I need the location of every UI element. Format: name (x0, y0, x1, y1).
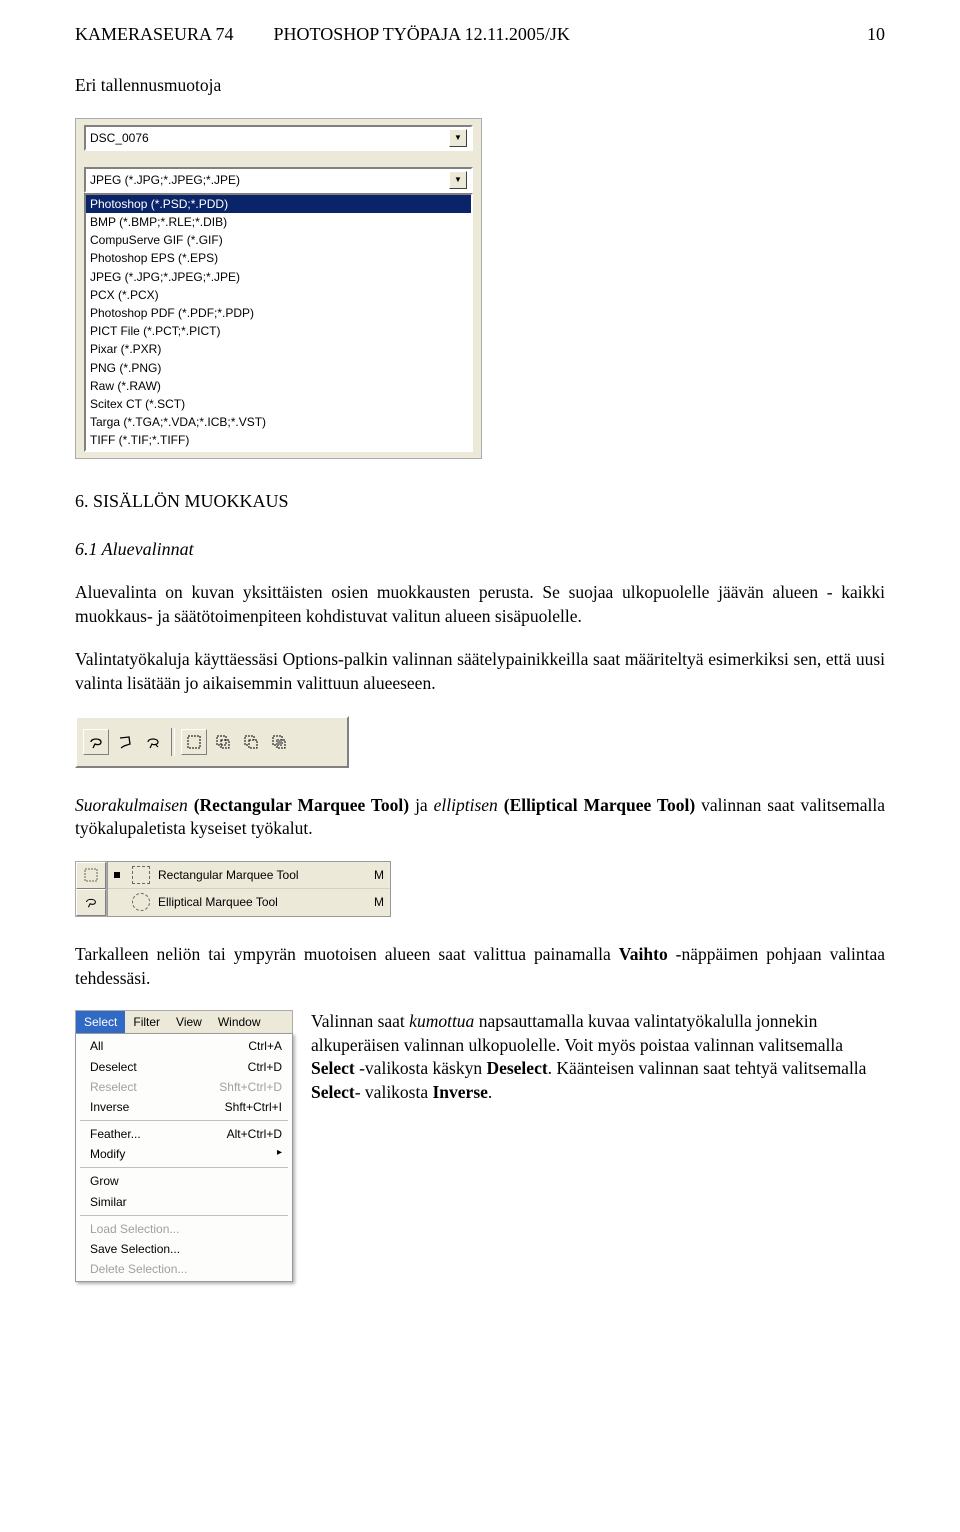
intersect-selection-icon[interactable] (267, 730, 291, 754)
format-option[interactable]: TIFF (*.TIF;*.TIFF) (86, 431, 471, 449)
menu-item-inverse[interactable]: InverseShft+Ctrl+I (76, 1097, 292, 1117)
format-option[interactable]: Photoshop (*.PSD;*.PDD) (86, 195, 471, 213)
format-option[interactable]: CompuServe GIF (*.GIF) (86, 231, 471, 249)
menu-item-grow[interactable]: Grow (76, 1171, 292, 1191)
format-option[interactable]: BMP (*.BMP;*.RLE;*.DIB) (86, 213, 471, 231)
bold-text: Vaihto (619, 944, 668, 964)
menu-item-similar[interactable]: Similar (76, 1192, 292, 1212)
bold-text: (Elliptical Marquee Tool) (498, 795, 701, 815)
header-left: KAMERASEURA 74 (75, 22, 234, 46)
menu-item-reselect: ReselectShft+Ctrl+D (76, 1077, 292, 1097)
italic-text: Suorakulmaisen (75, 795, 188, 815)
lasso-tool-icon[interactable] (76, 889, 106, 916)
flyout-item-rectangular[interactable]: Rectangular Marquee Tool M (108, 862, 390, 889)
intro-text: Eri tallennusmuotoja (75, 74, 885, 98)
filename-dropdown-button[interactable]: ▼ (449, 129, 467, 147)
format-option[interactable]: PNG (*.PNG) (86, 359, 471, 377)
menu-window[interactable]: Window (210, 1011, 269, 1033)
format-option[interactable]: Scitex CT (*.SCT) (86, 395, 471, 413)
format-selected-input[interactable]: JPEG (*.JPG;*.JPEG;*.JPE) ▼ (84, 167, 473, 193)
separator (171, 728, 175, 756)
menu-select[interactable]: Select (76, 1011, 125, 1033)
polygon-lasso-icon[interactable] (113, 730, 137, 754)
submenu-arrow-icon: ▸ (277, 1146, 282, 1162)
bold-text: Select (311, 1058, 355, 1078)
menu-bar: Select Filter View Window (75, 1010, 293, 1033)
filename-input[interactable]: DSC_0076 ▼ (84, 125, 473, 151)
para-marquee: Suorakulmaisen (Rectangular Marquee Tool… (75, 794, 885, 841)
subtract-selection-icon[interactable] (239, 730, 263, 754)
marquee-tool-flyout: Rectangular Marquee Tool M Elliptical Ma… (75, 861, 391, 917)
menu-item-modify[interactable]: Modify▸ (76, 1144, 292, 1164)
format-option[interactable]: PCX (*.PCX) (86, 286, 471, 304)
format-option[interactable]: JPEG (*.JPG;*.JPEG;*.JPE) (86, 268, 471, 286)
bold-text: (Rectangular Marquee Tool) (188, 795, 415, 815)
menu-separator (80, 1215, 288, 1216)
rectangular-marquee-icon (132, 866, 150, 884)
save-dialog: DSC_0076 ▼ JPEG (*.JPG;*.JPEG;*.JPE) ▼ P… (75, 118, 482, 459)
section-6-1-title: 6.1 Aluevalinnat (75, 537, 885, 561)
new-selection-icon[interactable] (181, 729, 207, 755)
format-dropdown-button[interactable]: ▼ (449, 171, 467, 189)
bold-text: Inverse (433, 1082, 488, 1102)
format-dropdown-list[interactable]: Photoshop (*.PSD;*.PDD) BMP (*.BMP;*.RLE… (84, 193, 473, 452)
header-center: PHOTOSHOP TYÖPAJA 12.11.2005/JK (274, 22, 867, 46)
bold-text: Select (311, 1082, 355, 1102)
para-vaihto: Tarkalleen neliön tai ympyrän muotoisen … (75, 943, 885, 990)
header-page-number: 10 (867, 22, 885, 46)
bold-text: Deselect (486, 1058, 547, 1078)
menu-item-feather[interactable]: Feather...Alt+Ctrl+D (76, 1124, 292, 1144)
menu-item-save-selection[interactable]: Save Selection... (76, 1239, 292, 1259)
select-menu: Select Filter View Window AllCtrl+A Dese… (75, 1010, 293, 1282)
format-option[interactable]: Targa (*.TGA;*.VDA;*.ICB;*.VST) (86, 413, 471, 431)
menu-separator (80, 1167, 288, 1168)
active-bullet-icon (114, 872, 120, 878)
menu-view[interactable]: View (168, 1011, 210, 1033)
format-option[interactable]: Photoshop EPS (*.EPS) (86, 249, 471, 267)
menu-item-deselect[interactable]: DeselectCtrl+D (76, 1057, 292, 1077)
menu-item-load-selection: Load Selection... (76, 1219, 292, 1239)
menu-separator (80, 1120, 288, 1121)
para-aluevalinta-2: Valintatyökaluja käyttäessäsi Options-pa… (75, 648, 885, 695)
para-kumottua: Valinnan saat kumottua napsauttamalla ku… (311, 1010, 885, 1105)
format-option[interactable]: Photoshop PDF (*.PDF;*.PDP) (86, 304, 471, 322)
rectangular-marquee-tool-icon[interactable] (76, 862, 106, 889)
lasso-tool-icon[interactable] (83, 729, 109, 755)
options-bar (75, 716, 349, 768)
format-selected-value: JPEG (*.JPG;*.JPEG;*.JPE) (90, 172, 240, 188)
select-menu-body: AllCtrl+A DeselectCtrl+D ReselectShft+Ct… (75, 1033, 293, 1282)
menu-item-delete-selection: Delete Selection... (76, 1259, 292, 1279)
format-option[interactable]: Raw (*.RAW) (86, 377, 471, 395)
italic-text: kumottua (409, 1011, 474, 1031)
para-aluevalinta-1: Aluevalinta on kuvan yksittäisten osien … (75, 581, 885, 628)
format-option[interactable]: Pixar (*.PXR) (86, 340, 471, 358)
format-option[interactable]: PICT File (*.PCT;*.PICT) (86, 322, 471, 340)
doc-header: KAMERASEURA 74 PHOTOSHOP TYÖPAJA 12.11.2… (75, 22, 885, 46)
section-6-title: 6. SISÄLLÖN MUOKKAUS (75, 489, 885, 513)
italic-text: elliptisen (434, 795, 498, 815)
add-selection-icon[interactable] (211, 730, 235, 754)
flyout-item-elliptical[interactable]: Elliptical Marquee Tool M (108, 889, 390, 915)
menu-item-all[interactable]: AllCtrl+A (76, 1036, 292, 1056)
magnetic-lasso-icon[interactable] (141, 730, 165, 754)
elliptical-marquee-icon (132, 893, 150, 911)
menu-filter[interactable]: Filter (125, 1011, 168, 1033)
filename-value: DSC_0076 (90, 130, 149, 146)
